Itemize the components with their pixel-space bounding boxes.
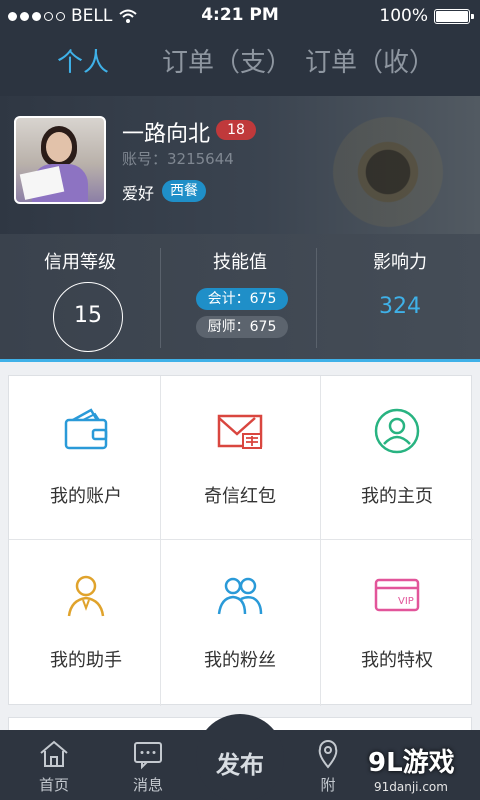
top-tabs: 个人 订单（支） 订单（收） [0,32,480,128]
tab-orders-receive[interactable]: 订单（收） [302,32,438,96]
stat-divider [316,248,317,348]
age-badge: 18 [216,120,256,140]
svg-text:VIP: VIP [398,596,414,607]
background-flower-image [318,102,458,234]
tab-personal[interactable]: 个人 [40,32,126,96]
grid-item-label: 我的粉丝 [204,650,276,671]
location-pin-icon [318,740,338,769]
influence-value: 324 [379,294,421,319]
grid-item-label: 我的特权 [361,650,433,671]
watermark-text: 9L游戏 [368,748,455,778]
grid-item-my-homepage[interactable]: 我的主页 [320,376,474,540]
feature-grid: 我的账户 奇信红包 我的主页 我的助手 我的粉丝 VIP 我的特权 [8,375,474,706]
publish-label: 发布 [216,751,264,779]
status-bar: BELL 4:21 PM 100% [0,0,480,32]
stat-skill[interactable]: 技能值 会计：675 厨师：675 [160,234,320,359]
tab-orders-pay[interactable]: 订单（支） [162,32,292,96]
nickname: 一路向北 [122,122,211,147]
watermark-url: 91danji.com [374,780,448,794]
grid-item-my-assistant[interactable]: 我的助手 [9,540,163,704]
envelope-icon [217,414,263,449]
home-icon [40,740,68,767]
user-circle-icon [374,408,420,454]
stat-credit-title: 信用等级 [44,252,116,273]
stat-skill-title: 技能值 [213,252,267,273]
carrier-name: BELL [71,6,113,26]
wallet-icon [64,408,108,450]
grid-item-label: 奇信红包 [204,486,276,507]
nav-nearby[interactable]: 附 [288,730,368,800]
nav-nearby-label: 附 [320,776,336,794]
assistant-icon [67,575,105,617]
stat-influence-title: 影响力 [373,252,427,273]
grid-item-label: 我的助手 [50,650,122,671]
status-left: BELL [8,6,138,26]
stats-panel: 信用等级 15 技能值 会计：675 厨师：675 影响力 324 [0,234,480,362]
signal-strength-icon [8,11,65,21]
fans-icon [217,577,263,615]
profile-header: 一路向北 18 账号：3215644 爱好 西餐 [0,96,480,234]
grid-item-my-account[interactable]: 我的账户 [9,376,163,540]
avatar[interactable] [14,116,106,204]
battery-percent: 100% [379,6,428,26]
status-right: 100% [379,6,474,26]
stat-credit[interactable]: 信用等级 15 [0,234,160,359]
grid-item-my-fans[interactable]: 我的粉丝 [163,540,317,704]
credit-value: 15 [53,282,123,352]
nav-home-label: 首页 [38,776,69,794]
hobby-tag[interactable]: 西餐 [162,180,206,202]
account-number: 账号：3215644 [122,150,234,168]
message-icon [134,742,162,770]
grid-item-label: 我的主页 [361,486,433,507]
nav-messages[interactable]: 消息 [108,730,188,800]
stat-influence[interactable]: 影响力 324 [320,234,480,359]
grid-item-red-packet[interactable]: 奇信红包 [163,376,317,540]
vip-card-icon: VIP [374,578,420,612]
battery-icon [434,8,474,24]
wifi-icon [119,9,138,23]
nav-home[interactable]: 首页 [14,730,94,800]
skill-chef: 厨师：675 [196,316,288,338]
watermark-logo: 9L游戏 91danji.com [368,738,478,798]
skill-accounting: 会计：675 [196,288,288,310]
grid-item-label: 我的账户 [50,486,122,507]
grid-item-my-privileges[interactable]: VIP 我的特权 [320,540,474,704]
hobby-label: 爱好 [122,184,155,203]
nav-messages-label: 消息 [132,776,163,794]
